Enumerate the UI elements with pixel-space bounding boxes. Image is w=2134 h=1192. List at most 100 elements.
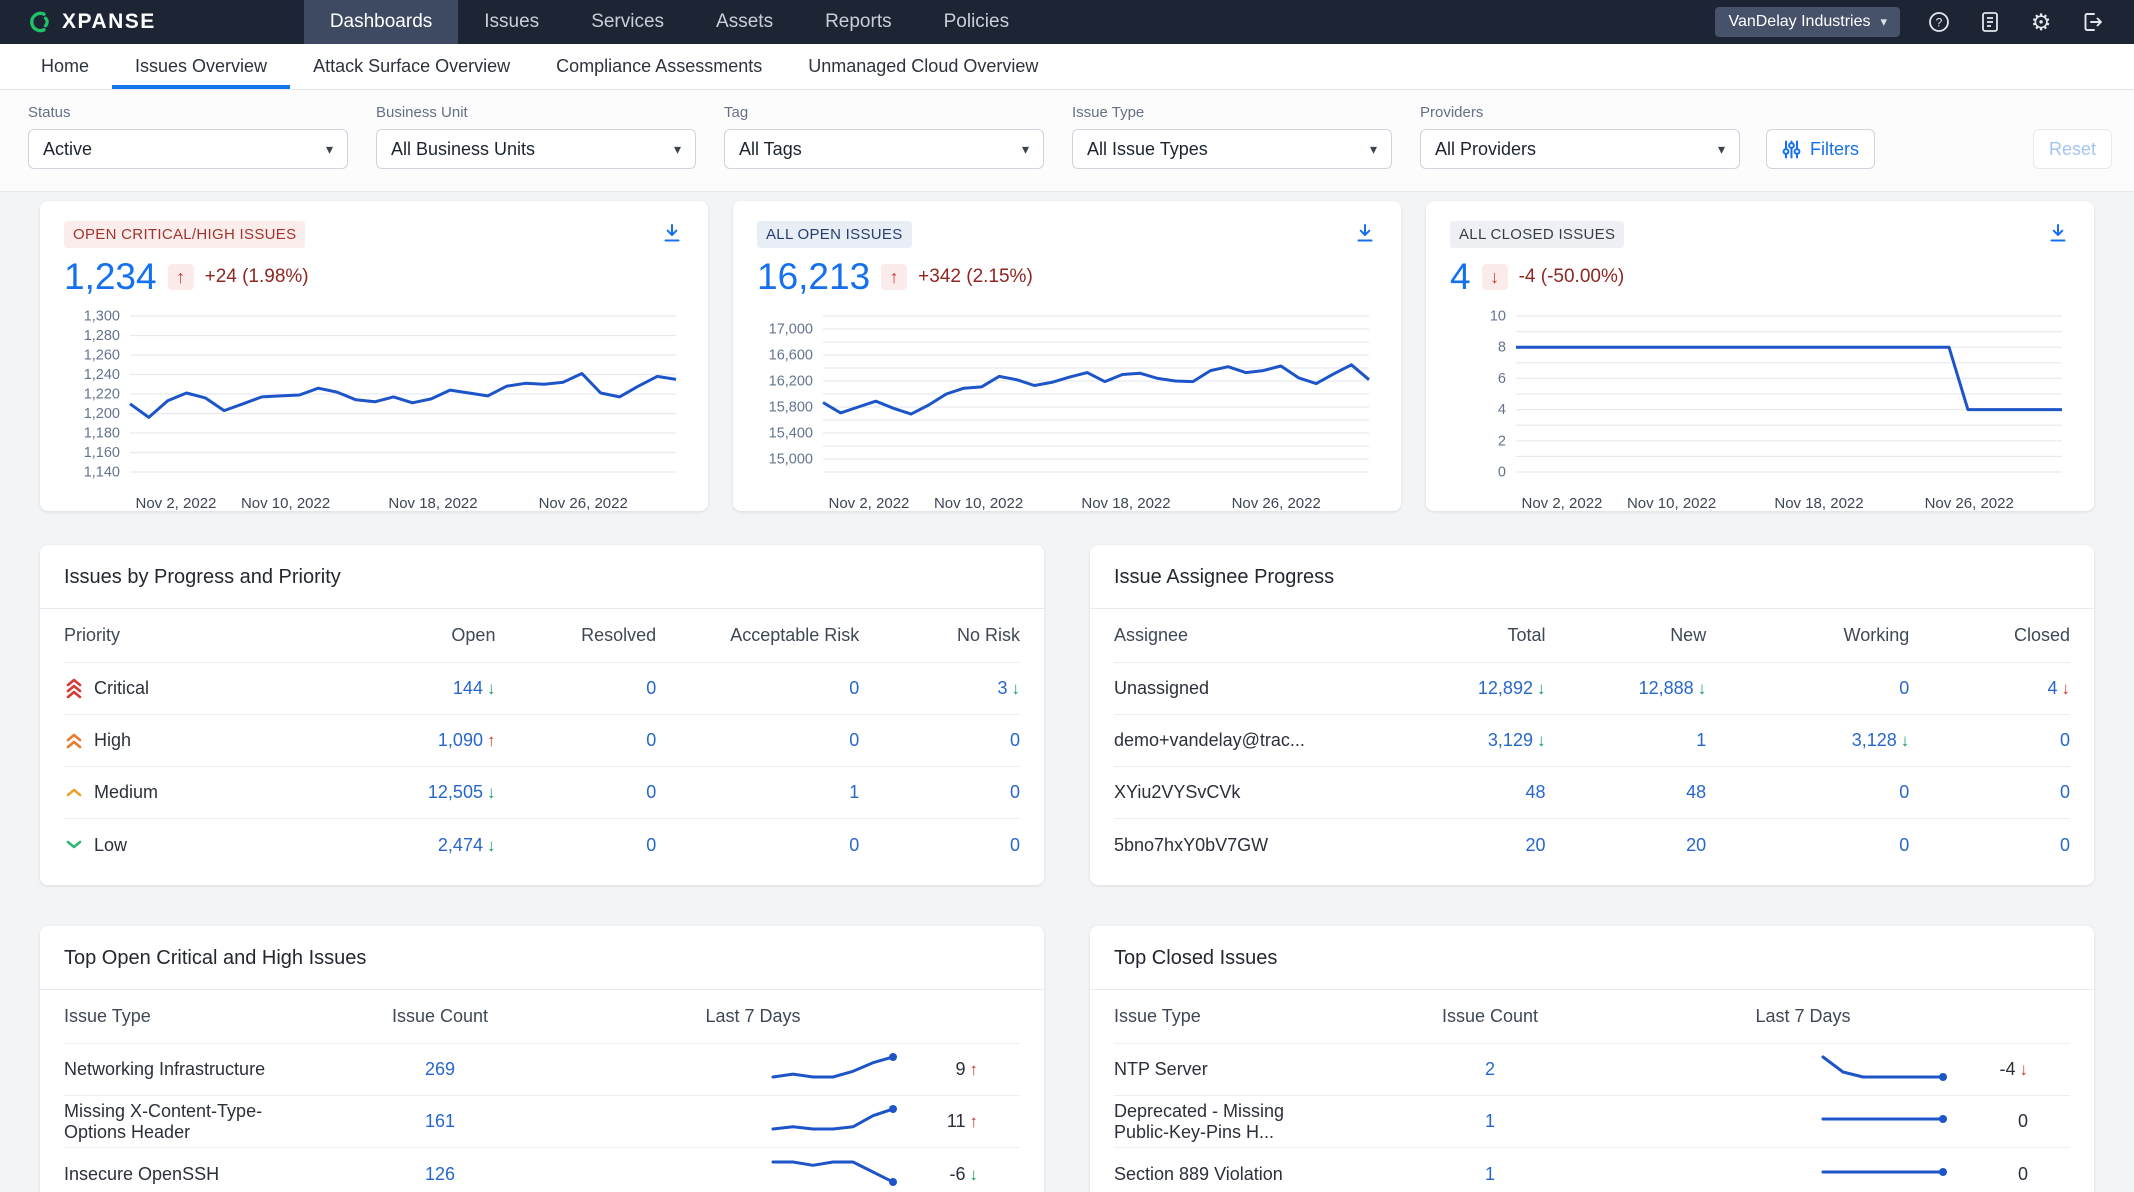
- row-name: XYiu2VYSvCVk: [1114, 782, 1240, 803]
- status-select[interactable]: Active▾: [28, 129, 348, 169]
- filter-fields: StatusActive▾Business UnitAll Business U…: [28, 104, 1740, 169]
- table-row[interactable]: XYiu2VYSvCVk 48 48 0 0: [1114, 767, 2070, 819]
- metric-value[interactable]: 144: [453, 678, 483, 698]
- metric-value[interactable]: 0: [1010, 835, 1020, 855]
- table-row[interactable]: Missing X-Content-Type-Options Header161…: [64, 1096, 1020, 1148]
- account-menu-button[interactable]: VanDelay Industries ▾: [1715, 7, 1900, 37]
- logout-icon[interactable]: [2080, 10, 2104, 34]
- metric-value[interactable]: 20: [1686, 835, 1706, 855]
- nav-item-dashboards[interactable]: Dashboards: [304, 0, 458, 44]
- metric-value[interactable]: 0: [1010, 782, 1020, 802]
- filters-button[interactable]: Filters: [1766, 129, 1875, 169]
- issue-type: Insecure OpenSSH: [64, 1164, 219, 1185]
- stat-delta: +342 (2.15%): [918, 266, 1033, 288]
- download-icon[interactable]: [2046, 221, 2070, 248]
- issue-count[interactable]: 1: [1485, 1111, 1495, 1131]
- metric-value[interactable]: 2,474: [438, 835, 483, 855]
- settings-gear-icon[interactable]: ⚙: [2029, 10, 2053, 34]
- tab-home[interactable]: Home: [18, 44, 112, 89]
- metric-value[interactable]: 12,505: [428, 782, 483, 802]
- metric-value[interactable]: 0: [1899, 782, 1909, 802]
- metric-value[interactable]: 4: [2047, 678, 2057, 698]
- metric-value[interactable]: 3: [997, 678, 1007, 698]
- table-row[interactable]: High1,090↑000: [64, 715, 1020, 767]
- svg-text:1,240: 1,240: [84, 367, 120, 383]
- metric-value[interactable]: 0: [849, 835, 859, 855]
- metric-value[interactable]: 1,090: [438, 730, 483, 750]
- issue-count[interactable]: 161: [425, 1111, 455, 1131]
- metric-cell: 12,505↓: [318, 782, 496, 803]
- metric-value[interactable]: 0: [849, 678, 859, 698]
- metric-value[interactable]: 0: [849, 730, 859, 750]
- download-icon[interactable]: [1353, 221, 1377, 248]
- metric-value[interactable]: 12,892: [1478, 678, 1533, 698]
- issue-count-cell: 161: [290, 1111, 590, 1132]
- business-unit-select[interactable]: All Business Units▾: [376, 129, 696, 169]
- row-label-cell: demo+vandelay@trac...: [1114, 730, 1368, 751]
- trend-delta: 11↑: [916, 1111, 978, 1132]
- tab-unmanaged-cloud-overview[interactable]: Unmanaged Cloud Overview: [785, 44, 1061, 89]
- metric-value[interactable]: 0: [646, 782, 656, 802]
- metric-value[interactable]: 0: [2060, 835, 2070, 855]
- table-row[interactable]: 5bno7hxY0bV7GW202000: [1114, 819, 2070, 871]
- metric-value[interactable]: 1: [1696, 730, 1706, 750]
- brand[interactable]: XPANSE: [30, 10, 156, 34]
- tab-attack-surface-overview[interactable]: Attack Surface Overview: [290, 44, 533, 89]
- card-title-block: Top Closed Issues: [1090, 926, 2094, 990]
- metric-value[interactable]: 0: [1010, 730, 1020, 750]
- selected-value: All Business Units: [391, 139, 674, 160]
- table-row[interactable]: Medium12,505↓010: [64, 767, 1020, 819]
- metric-cell: 0: [1706, 835, 1909, 856]
- metric-value[interactable]: 0: [646, 730, 656, 750]
- last-7-days-cell: 11↑: [590, 1104, 1020, 1139]
- issue-count[interactable]: 269: [425, 1059, 455, 1079]
- tag-select[interactable]: All Tags▾: [724, 129, 1044, 169]
- nav-item-assets[interactable]: Assets: [690, 0, 799, 44]
- metric-value[interactable]: 20: [1525, 835, 1545, 855]
- help-icon[interactable]: ?: [1927, 10, 1951, 34]
- metric-value[interactable]: 0: [1899, 678, 1909, 698]
- trend-delta: 0: [1966, 1111, 2028, 1132]
- chevron-down-icon: ▾: [326, 141, 333, 158]
- nav-item-policies[interactable]: Policies: [918, 0, 1035, 44]
- table-row[interactable]: demo+vandelay@trac...3,129↓13,128↓0: [1114, 715, 2070, 767]
- metric-cell: 4↓: [1909, 678, 2070, 699]
- metric-cell: 20: [1368, 835, 1546, 856]
- nav-item-issues[interactable]: Issues: [458, 0, 565, 44]
- table-row[interactable]: NTP Server2-4↓: [1114, 1044, 2070, 1096]
- reset-button[interactable]: Reset: [2033, 129, 2112, 169]
- table-row[interactable]: Critical144↓003↓: [64, 663, 1020, 715]
- issue-type-select[interactable]: All Issue Types▾: [1072, 129, 1392, 169]
- table-row[interactable]: Insecure OpenSSH126-6↓: [64, 1148, 1020, 1192]
- table-row[interactable]: Low2,474↓000: [64, 819, 1020, 871]
- metric-value[interactable]: 1: [849, 782, 859, 802]
- metric-value[interactable]: 3,129: [1488, 730, 1533, 750]
- table-row[interactable]: Section 889 Violation10: [1114, 1148, 2070, 1192]
- metric-value[interactable]: 48: [1686, 782, 1706, 802]
- table-row[interactable]: Deprecated - Missing Public-Key-Pins H..…: [1114, 1096, 2070, 1148]
- metric-value[interactable]: 0: [2060, 782, 2070, 802]
- providers-select[interactable]: All Providers▾: [1420, 129, 1740, 169]
- tab-compliance-assessments[interactable]: Compliance Assessments: [533, 44, 785, 89]
- metric-cell: 3,128↓: [1706, 730, 1909, 751]
- issue-count[interactable]: 2: [1485, 1059, 1495, 1079]
- metric-value[interactable]: 48: [1525, 782, 1545, 802]
- download-icon[interactable]: [660, 221, 684, 248]
- metric-value[interactable]: 0: [1899, 835, 1909, 855]
- metric-value[interactable]: 0: [646, 678, 656, 698]
- metric-value[interactable]: 0: [646, 835, 656, 855]
- filter-field-issue-type: Issue TypeAll Issue Types▾: [1072, 104, 1392, 169]
- release-notes-icon[interactable]: [1978, 10, 2002, 34]
- metric-value[interactable]: 12,888: [1639, 678, 1694, 698]
- issue-type: NTP Server: [1114, 1059, 1208, 1080]
- table-row[interactable]: Networking Infrastructure2699↑: [64, 1044, 1020, 1096]
- issue-count[interactable]: 1: [1485, 1164, 1495, 1184]
- metric-value[interactable]: 0: [2060, 730, 2070, 750]
- chevron-down-icon: ▾: [1718, 141, 1725, 158]
- metric-value[interactable]: 3,128: [1852, 730, 1897, 750]
- issue-count[interactable]: 126: [425, 1164, 455, 1184]
- nav-item-services[interactable]: Services: [565, 0, 690, 44]
- table-row[interactable]: Unassigned12,892↓12,888↓04↓: [1114, 663, 2070, 715]
- nav-item-reports[interactable]: Reports: [799, 0, 918, 44]
- tab-issues-overview[interactable]: Issues Overview: [112, 44, 290, 89]
